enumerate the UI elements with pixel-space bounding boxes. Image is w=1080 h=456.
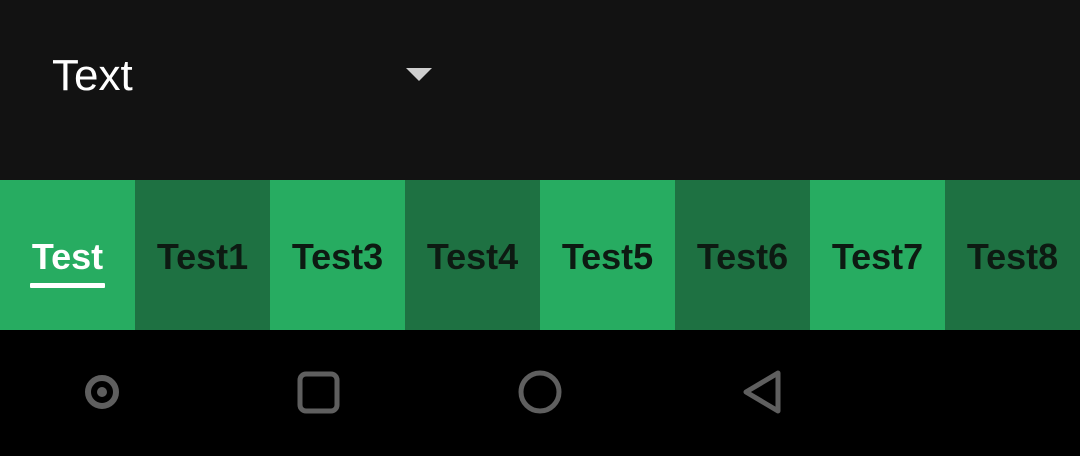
dot-icon	[85, 375, 119, 409]
toolbar: Text	[0, 0, 1080, 180]
back-button[interactable]	[722, 352, 802, 432]
system-navigation-bar	[0, 330, 1080, 456]
dropdown-selected-value: Text	[52, 51, 133, 100]
back-triangle-icon	[743, 370, 781, 414]
app-screen: Text Test Test1 Test3 Test4 Test5 Test6 …	[0, 0, 1080, 456]
tab-label: Test6	[696, 236, 789, 277]
tab-test4[interactable]: Test4	[405, 180, 540, 330]
home-button[interactable]	[500, 352, 580, 432]
tab-test1[interactable]: Test1	[135, 180, 270, 330]
tab-label: Test3	[291, 236, 384, 277]
tab-label: Test8	[966, 236, 1059, 277]
tab-test7[interactable]: Test7	[810, 180, 945, 330]
tab-test[interactable]: Test	[0, 180, 135, 330]
tab-label: Test7	[831, 236, 924, 277]
recents-button[interactable]	[279, 352, 359, 432]
tab-label: Test4	[426, 236, 519, 277]
home-circle-icon	[518, 370, 562, 414]
tab-label: Test5	[561, 236, 654, 277]
text-dropdown[interactable]: Text	[0, 30, 460, 122]
tab-test8[interactable]: Test8	[945, 180, 1080, 330]
tab-test5[interactable]: Test5	[540, 180, 675, 330]
tab-label: Test	[31, 236, 104, 277]
dot-button[interactable]	[62, 352, 142, 432]
caret-down-icon	[406, 68, 432, 81]
tab-test3[interactable]: Test3	[270, 180, 405, 330]
selected-tab-indicator	[30, 283, 105, 288]
tab-test6[interactable]: Test6	[675, 180, 810, 330]
recents-square-icon	[297, 371, 340, 414]
tab-label: Test1	[156, 236, 249, 277]
tab-bar: Test Test1 Test3 Test4 Test5 Test6 Test7…	[0, 180, 1080, 330]
